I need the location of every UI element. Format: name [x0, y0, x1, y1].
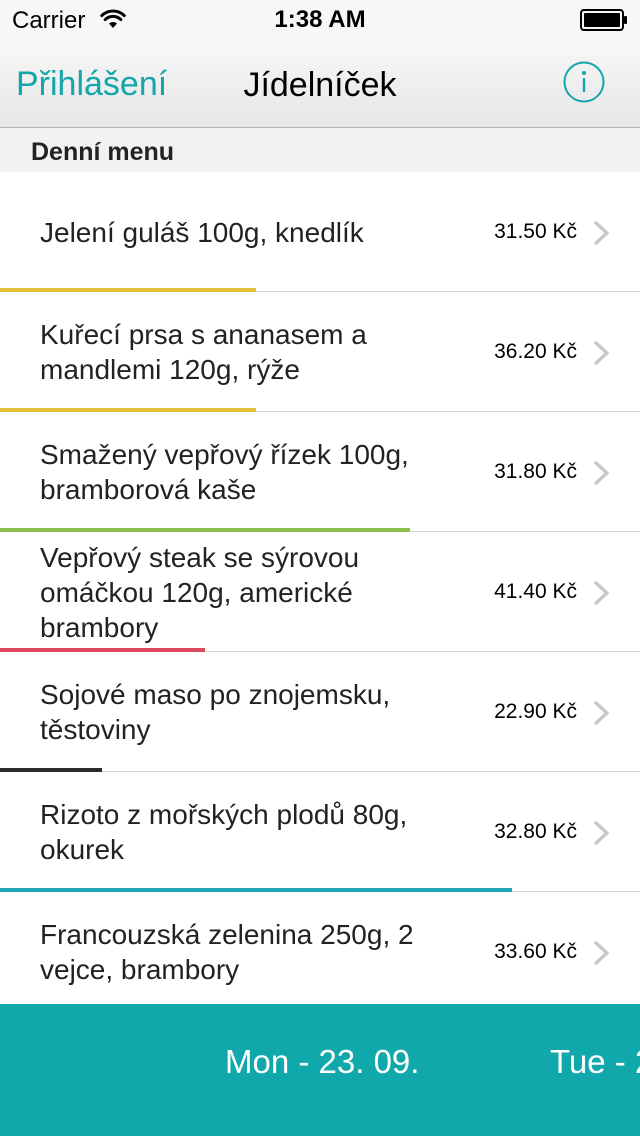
chevron-right-icon: [594, 341, 609, 365]
chevron-right-icon: [594, 581, 609, 605]
day-next-label[interactable]: Tue - 2: [550, 1042, 640, 1082]
day-pager[interactable]: Mon - 23. 09. Tue - 2: [0, 1004, 640, 1136]
menu-item-name-lines: Sojové maso po znojemsku, těstoviny: [40, 677, 390, 747]
menu-item[interactable]: Rizoto z mořských plodů 80g, okurek 32.80 …: [0, 772, 640, 892]
menu-item-name-lines: Francouzská zelenina 250g, 2 vejce, bramb…: [40, 917, 414, 987]
menu-item-name-lines: Vepřový steak se sýrovou omáčkou 120g, am…: [40, 540, 359, 645]
menu-item[interactable]: Francouzská zelenina 250g, 2 vejce, bramb…: [0, 892, 640, 1004]
menu-item-name: Vepřový steak se sýrovou omáčkou 120g, am…: [40, 532, 440, 652]
menu-item-name-line: Jelení guláš 100g, knedlík: [40, 216, 364, 248]
menu-item-name-line: brambory: [40, 611, 159, 643]
menu-item[interactable]: Jelení guláš 100g, knedlík 31.50 Kč: [0, 172, 640, 292]
menu-item-price: 33.60 Kč: [494, 940, 577, 963]
menu-item-name-line: mandlemi 120g, rýže: [40, 354, 300, 385]
menu-list: Jelení guláš 100g, knedlík 31.50 Kč Kuřecí…: [0, 172, 640, 1004]
menu-item-price: 31.50 Kč: [494, 220, 577, 243]
menu-item[interactable]: Sojové maso po znojemsku, těstoviny 22.90 …: [0, 652, 640, 772]
menu-item-name: Sojové maso po znojemsku, těstoviny: [40, 652, 440, 772]
chevron-right-icon: [594, 461, 609, 485]
battery-icon: [580, 9, 627, 31]
menu-item-price: 31.80 Kč: [494, 460, 577, 483]
menu-item-name-line: Vepřový steak se sýrovou: [40, 541, 360, 573]
menu-item-name-lines: Kuřecí prsa s ananasem a mandlemi 120g, r…: [40, 317, 367, 387]
menu-item-name-lines: Jelení guláš 100g, knedlík: [40, 215, 364, 250]
chevron-right-icon: [594, 221, 609, 245]
chevron-right-icon: [594, 821, 609, 845]
menu-item-name-line: Rizoto z mořských plodů 80g,: [40, 799, 408, 830]
menu-item-name: Jelení guláš 100g, knedlík: [40, 172, 440, 292]
info-icon[interactable]: [562, 60, 606, 104]
menu-item-name-line: Francouzská zelenina 250g, 2: [40, 919, 414, 950]
menu-item-name-line: vejce, brambory: [40, 954, 240, 985]
menu-item-name-lines: Rizoto z mořských plodů 80g, okurek: [40, 797, 407, 867]
menu-item-name: Smažený vepřový řízek 100g, bramborová ka…: [40, 412, 440, 532]
section-header: Denní menu: [0, 128, 640, 172]
menu-item[interactable]: Vepřový steak se sýrovou omáčkou 120g, am…: [0, 532, 640, 652]
menu-item-name-line: Sojové maso po znojemsku,: [40, 679, 391, 710]
menu-item-name-line: bramborová kaše: [40, 474, 257, 505]
day-current-label[interactable]: Mon - 23. 09.: [225, 1042, 419, 1082]
menu-item-name-line: omáčkou 120g, americké: [40, 576, 353, 608]
section-header-label: Denní menu: [31, 138, 175, 166]
menu-item-name: Rizoto z mořských plodů 80g, okurek: [40, 772, 440, 892]
menu-item-price: 41.40 Kč: [494, 580, 577, 603]
status-time: 1:38 AM: [274, 6, 366, 33]
menu-item[interactable]: Kuřecí prsa s ananasem a mandlemi 120g, r…: [0, 292, 640, 412]
status-bar: Carrier 1:38 AM: [0, 0, 640, 40]
menu-item-price: 22.90 Kč: [494, 700, 577, 723]
chevron-right-icon: [594, 701, 609, 725]
menu-item-name: Kuřecí prsa s ananasem a mandlemi 120g, r…: [40, 292, 440, 412]
menu-item[interactable]: Smažený vepřový řízek 100g, bramborová ka…: [0, 412, 640, 532]
menu-item-price: 32.80 Kč: [494, 820, 577, 843]
menu-item-name-line: Smažený vepřový řízek 100g,: [40, 439, 409, 470]
menu-item-name-line: těstoviny: [40, 714, 151, 745]
chevron-right-icon: [594, 941, 609, 965]
menu-item-name-line: okurek: [40, 834, 125, 865]
menu-item-name: Francouzská zelenina 250g, 2 vejce, bramb…: [40, 892, 440, 1004]
menu-item-name-lines: Smažený vepřový řízek 100g, bramborová ka…: [40, 437, 409, 507]
navigation-bar: Přihlášení Jídelníček: [0, 40, 640, 128]
menu-item-price: 36.20 Kč: [494, 340, 577, 363]
menu-item-name-line: Kuřecí prsa s ananasem a: [40, 319, 367, 350]
page-title: Jídelníček: [243, 66, 397, 104]
